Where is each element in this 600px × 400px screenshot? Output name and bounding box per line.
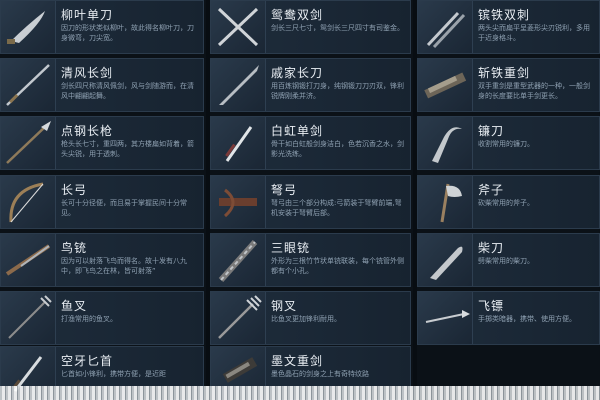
- weapon-name: 镰刀: [478, 124, 505, 138]
- weapon-description: 两头尖而扁平呈菱形尖刃锐利，多用于近身格斗。: [478, 24, 590, 42]
- three-barrel-gun-icon: [211, 234, 266, 286]
- weapon-card[interactable]: 斧子砍柴常用的斧子。: [417, 175, 600, 229]
- weapon-card[interactable]: 鸟铳因为可以射落飞鸟而得名。故十发有八九中，即飞鸟之在林，皆可射落”: [0, 233, 204, 287]
- white-sword-icon: [211, 117, 266, 169]
- weapon-description: 劈柴常用的柴刀。: [478, 257, 534, 265]
- weapon-description: 剑长四尺称清风佩剑，风与剑随游而，在清风中翩翩起舞。: [61, 82, 194, 100]
- weapon-description: 双手重剑是重型武器的一种，一般剑身的长度要比单手剑更长。: [478, 82, 590, 100]
- weapon-name: 长弓: [61, 183, 88, 197]
- weapon-card[interactable]: 长弓长可十分径便，而且易于掌握民间十分常见。: [0, 175, 204, 229]
- weapon-description: 剑长三尺七寸，鸳剑长三尺四寸有司鉴金。: [271, 24, 404, 32]
- weapon-description: 长可十分径便，而且易于掌握民间十分常见。: [61, 199, 187, 217]
- long-saber-icon: [211, 59, 266, 111]
- weapon-description: 墨色晶石的剑身之上有奇特纹路: [271, 370, 369, 378]
- weapon-name: 柴刀: [478, 241, 505, 255]
- weapon-name: 墨文重剑: [271, 354, 324, 368]
- trident-icon: [211, 292, 266, 344]
- weapon-card[interactable]: 鱼叉打渔常用的鱼叉。: [0, 291, 204, 345]
- weapon-card[interactable]: 三眼铳外形为三根竹节状单铳联装，每个铳管外侧都有个小孔。: [210, 233, 411, 287]
- weapon-name: 斩铁重剑: [478, 66, 531, 80]
- weapon-name: 钢叉: [271, 299, 298, 313]
- weapon-card[interactable]: 镰刀收割常用的镰刀。: [417, 116, 600, 170]
- weapon-name: 飞镖: [478, 299, 505, 313]
- long-sword-icon: [1, 59, 56, 111]
- weapon-name: 弩弓: [271, 183, 298, 197]
- sickle-icon: [418, 117, 473, 169]
- weapon-name: 鸟铳: [61, 241, 88, 255]
- weapon-name: 柳叶单刀: [61, 8, 114, 22]
- weapon-name: 点钢长枪: [61, 124, 114, 138]
- weapon-card[interactable]: 斩铁重剑双手重剑是重型武器的一种，一般剑身的长度要比单手剑更长。: [417, 58, 600, 112]
- weapon-card[interactable]: 镔铁双刺两头尖而扁平呈菱形尖刃锐利，多用于近身格斗。: [417, 0, 600, 54]
- machete-icon: [418, 234, 473, 286]
- weapon-name: 鱼叉: [61, 299, 88, 313]
- weapon-description: 用百炼钢锻打刀身，纯钢锻刀刀刃双，锋利锐牌刚柔并济。: [271, 82, 404, 100]
- weapon-card[interactable]: 戚家长刀用百炼钢锻打刀身，纯钢锻刀刀刃双，锋利锐牌刚柔并济。: [210, 58, 411, 112]
- twin-daggers-icon: [418, 1, 473, 53]
- weapon-card[interactable]: 钢叉比鱼叉更加锋利耐用。: [210, 291, 411, 345]
- musket-icon: [1, 234, 56, 286]
- weapon-grid: 柳叶单刀 因刀的形状类似柳叶，故此得名柳叶刀，刀身微弯，刀尖宽。 鸳鸯双剑 剑长三尺七…: [0, 0, 600, 400]
- weapon-description: 因刀的形状类似柳叶，故此得名柳叶刀，刀身微弯，刀尖宽。: [61, 24, 194, 42]
- weapon-card[interactable]: 弩弓弩弓由三个部分构成:弓箭装于弩臂前端,弩机安装于弩臂后部。: [210, 175, 411, 229]
- weapon-card[interactable]: 柳叶单刀因刀的形状类似柳叶，故此得名柳叶刀，刀身微弯，刀尖宽。: [0, 0, 204, 54]
- weapon-name: 镔铁双刺: [478, 8, 531, 22]
- weapon-card[interactable]: 白虹单剑骨干如白虹般剑身洁白，色若沉香之水，剑影光洗练。: [210, 116, 411, 170]
- spear-icon: [1, 117, 56, 169]
- weapon-card[interactable]: 鸳鸯双剑剑长三尺七寸，鸳剑长三尺四寸有司鉴金。: [210, 0, 411, 54]
- axe-icon: [418, 176, 473, 228]
- longbow-icon: [1, 176, 56, 228]
- weapon-description: 因为可以射落飞鸟而得名。故十发有八九中，即飞鸟之在林，皆可射落”: [61, 257, 187, 275]
- weapon-name: 斧子: [478, 183, 505, 197]
- crossbow-icon: [211, 176, 266, 228]
- weapon-card[interactable]: 清风长剑剑长四尺称清风佩剑，风与剑随游而，在清风中翩翩起舞。: [0, 58, 204, 112]
- weapon-name: 空牙匕首: [61, 354, 114, 368]
- weapon-description: 打渔常用的鱼叉。: [61, 315, 117, 323]
- weapon-name: 鸳鸯双剑: [271, 8, 324, 22]
- weapon-description: 外形为三根竹节状单铳联装，每个铳管外侧都有个小孔。: [271, 257, 404, 275]
- saber-icon: [1, 1, 56, 53]
- bottom-noise-strip: [0, 386, 600, 400]
- fishing-spear-icon: [1, 292, 56, 344]
- weapon-card[interactable]: 点钢长枪枪头长七寸，重四两，其方楼扁如背着，箭头尖锐，用于透刺。: [0, 116, 204, 170]
- weapon-description: 匕首如小锋利，携带方便，是近距: [61, 370, 166, 378]
- heavy-sword-icon: [418, 59, 473, 111]
- weapon-description: 砍柴常用的斧子。: [478, 199, 534, 207]
- weapon-description: 骨干如白虹般剑身洁白，色若沉香之水，剑影光洗练。: [271, 140, 404, 158]
- weapon-description: 枪头长七寸，重四两，其方楼扁如背着，箭头尖锐，用于透刺。: [61, 140, 194, 158]
- weapon-description: 收割常用的镰刀。: [478, 140, 534, 148]
- weapon-card[interactable]: 飞镖手掷类暗器，携带、使用方便。: [417, 291, 600, 345]
- twin-swords-icon: [211, 1, 266, 53]
- weapon-name: 戚家长刀: [271, 66, 324, 80]
- weapon-description: 手掷类暗器，携带、使用方便。: [478, 315, 576, 323]
- weapon-name: 清风长剑: [61, 66, 114, 80]
- dart-icon: [418, 292, 473, 344]
- weapon-card[interactable]: 柴刀劈柴常用的柴刀。: [417, 233, 600, 287]
- weapon-description: 弩弓由三个部分构成:弓箭装于弩臂前端,弩机安装于弩臂后部。: [271, 199, 402, 217]
- weapon-name: 白虹单剑: [271, 124, 324, 138]
- weapon-description: 比鱼叉更加锋利耐用。: [271, 315, 341, 323]
- weapon-name: 三眼铳: [271, 241, 311, 255]
